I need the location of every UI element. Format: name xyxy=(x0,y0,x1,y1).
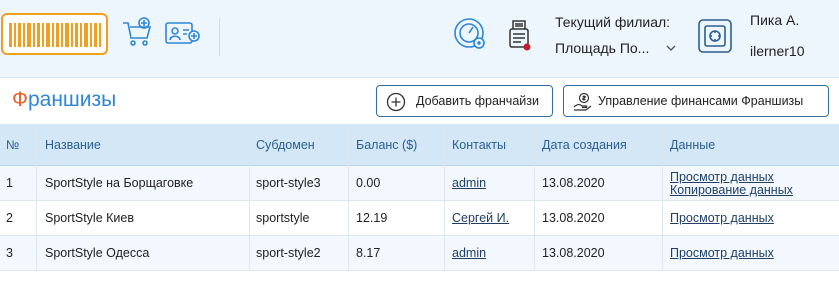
col-header-data: Данные xyxy=(670,138,716,152)
dashboard-button[interactable] xyxy=(452,16,488,57)
column-divider xyxy=(348,124,349,271)
column-divider xyxy=(534,124,535,271)
receipt-printer-button[interactable] xyxy=(508,19,532,58)
cell-name: SportStyle на Борщаговке xyxy=(45,176,194,190)
column-divider xyxy=(662,124,663,271)
add-client-button[interactable] xyxy=(165,20,201,53)
cell-subdomain: sport-style2 xyxy=(256,246,321,260)
cash-safe-button[interactable] xyxy=(697,18,733,59)
contact-link[interactable]: admin xyxy=(452,246,486,260)
cell-name: SportStyle Одесса xyxy=(45,246,150,260)
page-title: Франшизы xyxy=(12,88,116,112)
cell-contact: admin xyxy=(452,236,486,271)
cell-contact: admin xyxy=(452,166,486,201)
column-divider xyxy=(444,124,445,271)
dashboard-gauge-icon xyxy=(454,18,485,49)
view-data-link[interactable]: Просмотр данных xyxy=(670,246,774,260)
cell-num: 2 xyxy=(6,211,13,225)
col-header-balance[interactable]: Баланс ($) xyxy=(356,124,417,166)
money-hand-icon xyxy=(573,92,592,111)
col-header-subdomain[interactable]: Субдомен xyxy=(256,124,315,166)
contact-link[interactable]: admin xyxy=(452,176,486,190)
safe-icon xyxy=(698,19,732,53)
table-row: 2 SportStyle Киев sportstyle 12.19 Серге… xyxy=(0,201,839,236)
view-data-link[interactable]: Просмотр данных xyxy=(670,170,774,184)
cell-num: 3 xyxy=(6,246,13,260)
cell-balance: 12.19 xyxy=(356,211,388,225)
cart-add-button[interactable] xyxy=(121,17,153,54)
col-header-contacts[interactable]: Контакты xyxy=(452,124,506,166)
user-login: ilerner10 xyxy=(750,43,805,59)
cart-add-icon xyxy=(123,17,152,46)
current-branch-label: Текущий филиал: xyxy=(555,14,671,30)
col-header-num: № xyxy=(6,138,20,152)
user-name[interactable]: Пика А. xyxy=(750,12,799,28)
add-franchisee-label: Добавить франчайзи xyxy=(416,94,539,108)
add-franchisee-button[interactable]: Добавить франчайзи xyxy=(376,85,553,117)
client-card-add-icon xyxy=(165,22,200,44)
cell-subdomain: sport-style3 xyxy=(256,176,321,190)
cell-subdomain: sportstyle xyxy=(256,211,310,225)
cell-created: 13.08.2020 xyxy=(542,211,605,225)
col-header-created[interactable]: Дата создания xyxy=(542,124,627,166)
table-row: 3 SportStyle Одесса sport-style2 8.17 ad… xyxy=(0,236,839,271)
column-divider xyxy=(36,124,37,271)
branch-select[interactable]: Площадь По... xyxy=(555,40,680,60)
franchise-finance-label: Управление финансами Франшизы xyxy=(598,94,804,108)
chevron-down-icon xyxy=(666,45,676,51)
barcode-scan-button[interactable] xyxy=(1,13,108,55)
branch-select-value: Площадь По... xyxy=(555,40,650,56)
col-header-name[interactable]: Название xyxy=(45,124,101,166)
cell-created: 13.08.2020 xyxy=(542,246,605,260)
receipt-printer-icon xyxy=(509,20,531,51)
top-header: Текущий филиал: Площадь По... Пика А. il… xyxy=(0,0,839,78)
contact-link[interactable]: Сергей И. xyxy=(452,211,509,225)
copy-data-link[interactable]: Копирование данных xyxy=(670,183,793,197)
plus-circle-icon xyxy=(386,92,406,112)
page-title-first-letter: Ф xyxy=(12,88,28,111)
barcode-icon xyxy=(9,23,101,47)
table-header: № Название Субдомен Баланс ($) Контакты … xyxy=(0,124,839,166)
cell-num: 1 xyxy=(6,176,13,190)
table-row: 1 SportStyle на Борщаговке sport-style3 … xyxy=(0,166,839,201)
cell-created: 13.08.2020 xyxy=(542,176,605,190)
cell-contact: Сергей И. xyxy=(452,201,509,236)
cell-balance: 0.00 xyxy=(356,176,381,190)
column-divider xyxy=(249,124,250,271)
cell-name: SportStyle Киев xyxy=(45,211,134,225)
franchise-finance-button[interactable]: Управление финансами Франшизы xyxy=(563,85,829,117)
page-title-rest: раншизы xyxy=(27,88,117,111)
view-data-link[interactable]: Просмотр данных xyxy=(670,211,774,225)
header-divider xyxy=(219,18,220,56)
cell-balance: 8.17 xyxy=(356,246,381,260)
